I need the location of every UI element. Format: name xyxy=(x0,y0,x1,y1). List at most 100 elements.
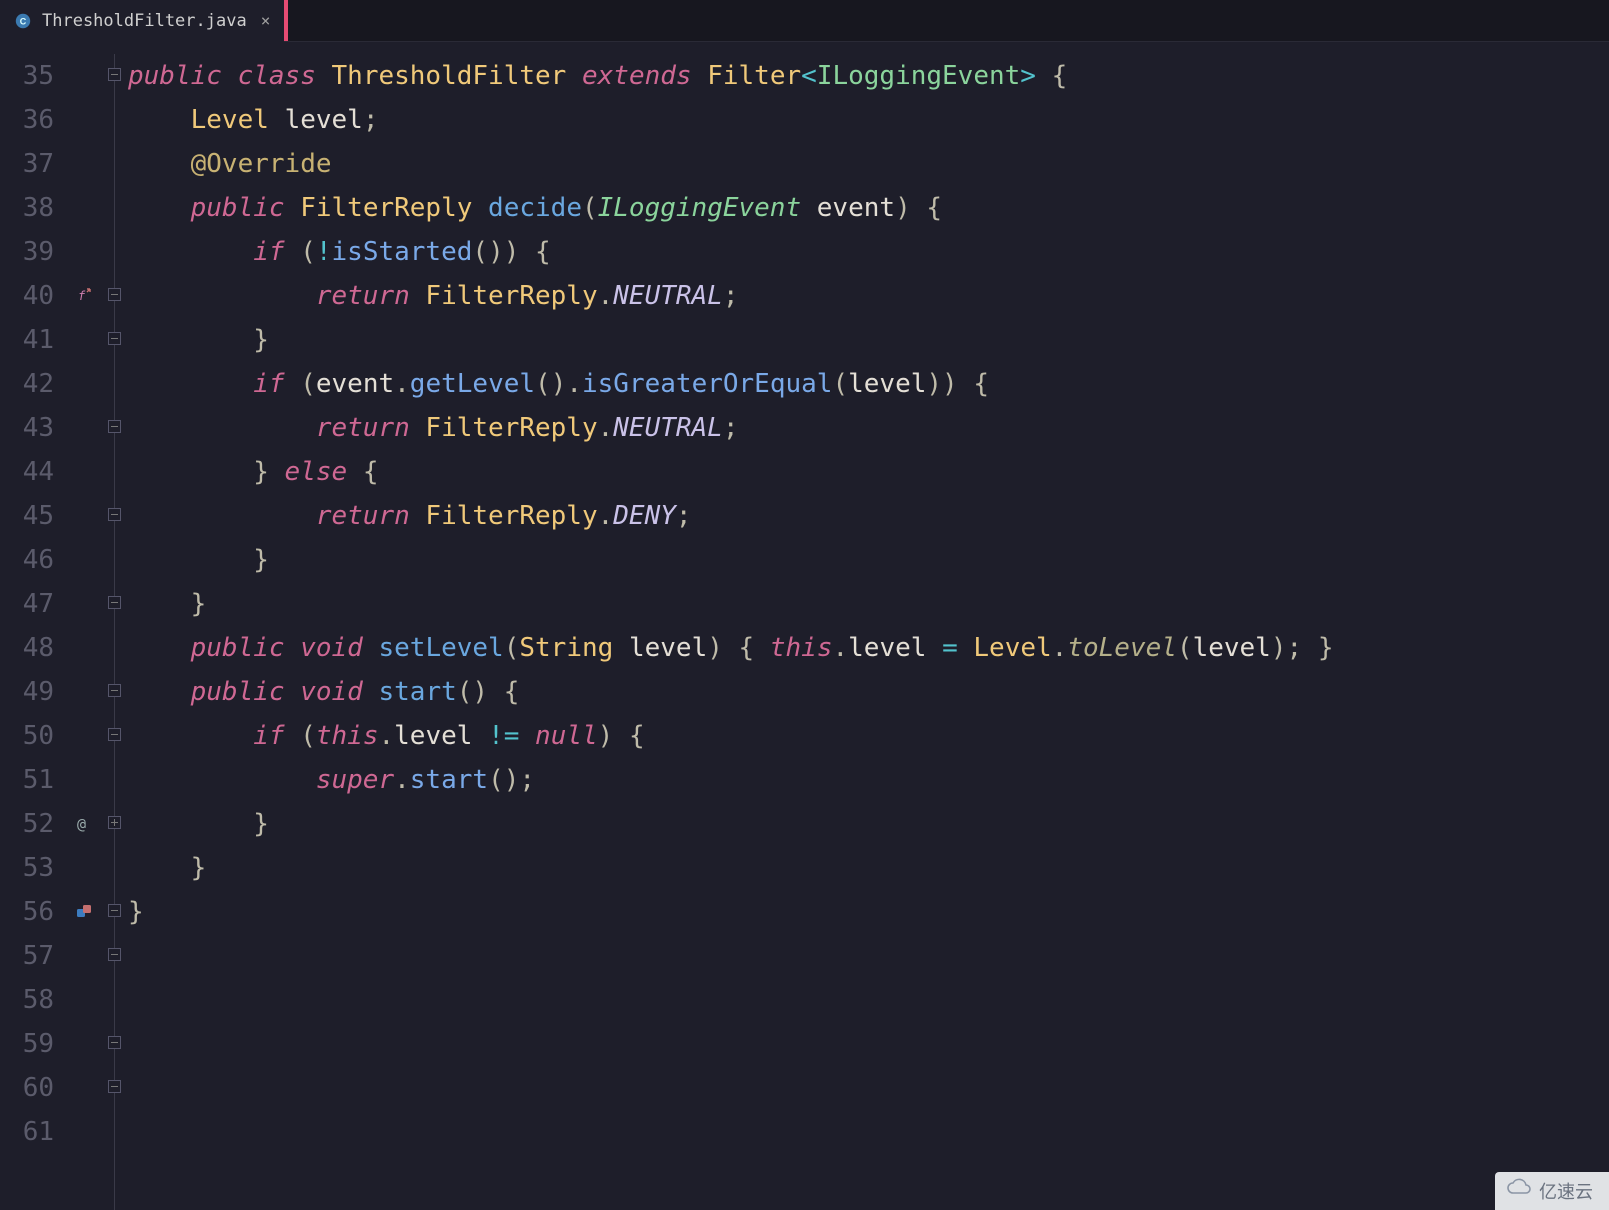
gutter-empty xyxy=(62,318,106,362)
token-pun: ; xyxy=(723,413,739,443)
token-id: event xyxy=(316,369,394,399)
code-line[interactable]: return FilterReply.NEUTRAL; xyxy=(128,274,1609,318)
fold-open-icon[interactable] xyxy=(108,332,121,345)
method-override-icon[interactable]: f xyxy=(62,274,106,318)
fold-cell xyxy=(106,538,128,582)
code-area[interactable]: public class ThresholdFilter extends Fil… xyxy=(128,42,1609,1210)
token-nul: null xyxy=(535,721,598,751)
token-pun: ) xyxy=(895,193,911,223)
svg-text:@: @ xyxy=(77,815,86,833)
token-pun: . xyxy=(832,633,848,663)
tab-accent-bar xyxy=(284,0,288,41)
code-editor[interactable]: 3536373839404142434445464748495051525356… xyxy=(0,42,1609,1210)
fold-open-icon[interactable] xyxy=(108,904,121,917)
gutter-empty xyxy=(62,758,106,802)
token-pun: ( xyxy=(472,237,488,267)
code-line[interactable]: } xyxy=(128,318,1609,362)
fold-cell xyxy=(106,802,128,846)
token-pun: ) xyxy=(598,721,614,751)
code-line[interactable]: } xyxy=(128,890,1609,934)
line-number: 56 xyxy=(0,890,62,934)
line-number: 35 xyxy=(0,54,62,98)
line-number: 37 xyxy=(0,142,62,186)
gutter-empty xyxy=(62,406,106,450)
fold-open-icon[interactable] xyxy=(108,728,121,741)
fold-cell xyxy=(106,890,128,934)
code-line[interactable]: return FilterReply.DENY; xyxy=(128,494,1609,538)
token-id: level xyxy=(285,105,363,135)
gutter-empty xyxy=(62,978,106,1022)
line-number: 60 xyxy=(0,1066,62,1110)
line-number: 41 xyxy=(0,318,62,362)
code-line[interactable]: if (!isStarted()) { xyxy=(128,230,1609,274)
token-type: Filter xyxy=(707,61,801,91)
token-pun: ( xyxy=(582,193,598,223)
token-pun: ; xyxy=(519,765,535,795)
token-pun: ; xyxy=(676,501,692,531)
token-pun: } xyxy=(253,325,269,355)
code-line[interactable]: public FilterReply decide(ILoggingEvent … xyxy=(128,186,1609,230)
code-line[interactable]: public class ThresholdFilter extends Fil… xyxy=(128,54,1609,98)
token-pun: ( xyxy=(1177,633,1193,663)
code-line[interactable]: return FilterReply.NEUTRAL; xyxy=(128,406,1609,450)
code-line[interactable]: } xyxy=(128,582,1609,626)
gutter-empty xyxy=(62,142,106,186)
token-kw: void xyxy=(300,677,363,707)
fold-open-icon[interactable] xyxy=(108,684,121,697)
token-pun: . xyxy=(566,369,582,399)
gutter-empty xyxy=(62,846,106,890)
fold-open-icon[interactable] xyxy=(108,596,121,609)
token-type: FilterReply xyxy=(425,501,597,531)
gutter-empty xyxy=(62,230,106,274)
code-line[interactable]: if (event.getLevel().isGreaterOrEqual(le… xyxy=(128,362,1609,406)
token-pun: . xyxy=(378,721,394,751)
fold-open-icon[interactable] xyxy=(108,508,121,521)
fold-open-icon[interactable] xyxy=(108,68,121,81)
token-pun: . xyxy=(598,501,614,531)
token-kw: class xyxy=(238,61,316,91)
code-line[interactable]: } xyxy=(128,846,1609,890)
gutter-empty xyxy=(62,1110,106,1154)
fold-open-icon[interactable] xyxy=(108,420,121,433)
annotation-icon[interactable]: @ xyxy=(62,802,106,846)
cloud-icon xyxy=(1505,1178,1533,1196)
fold-open-icon[interactable] xyxy=(108,948,121,961)
code-line[interactable]: if (this.level != null) { xyxy=(128,714,1609,758)
line-number: 57 xyxy=(0,934,62,978)
code-line[interactable]: public void start() { xyxy=(128,670,1609,714)
code-line[interactable]: Level level; xyxy=(128,98,1609,142)
token-kw: return xyxy=(316,281,410,311)
token-pun: . xyxy=(598,281,614,311)
implement-icon[interactable] xyxy=(62,890,106,934)
fold-open-icon[interactable] xyxy=(108,288,121,301)
token-kw: public xyxy=(191,677,285,707)
code-line[interactable]: } else { xyxy=(128,450,1609,494)
tab-active[interactable]: C ThresholdFilter.java × xyxy=(0,0,284,41)
token-id: level xyxy=(848,369,926,399)
code-line[interactable]: } xyxy=(128,802,1609,846)
fold-open-icon[interactable] xyxy=(108,1036,121,1049)
token-id: level xyxy=(629,633,707,663)
token-pun: ; xyxy=(723,281,739,311)
gutter-empty xyxy=(62,670,106,714)
fold-column xyxy=(106,42,128,1210)
code-line[interactable]: @Override xyxy=(128,142,1609,186)
token-kw: if xyxy=(253,237,284,267)
token-pun: ) xyxy=(707,633,723,663)
close-icon[interactable]: × xyxy=(257,11,271,30)
line-number: 47 xyxy=(0,582,62,626)
token-pun: ) xyxy=(488,237,504,267)
code-line[interactable]: super.start(); xyxy=(128,758,1609,802)
token-fn: isStarted xyxy=(332,237,473,267)
gutter-empty xyxy=(62,494,106,538)
token-op: ! xyxy=(316,237,332,267)
fold-collapsed-icon[interactable] xyxy=(108,816,121,829)
token-kw: extends xyxy=(582,61,692,91)
code-line[interactable]: public void setLevel(String level) { thi… xyxy=(128,626,1609,670)
fold-cell xyxy=(106,142,128,186)
token-fn: getLevel xyxy=(410,369,535,399)
fold-open-icon[interactable] xyxy=(108,1080,121,1093)
token-fnDecl: setLevel xyxy=(378,633,503,663)
code-line[interactable]: } xyxy=(128,538,1609,582)
line-number: 53 xyxy=(0,846,62,890)
